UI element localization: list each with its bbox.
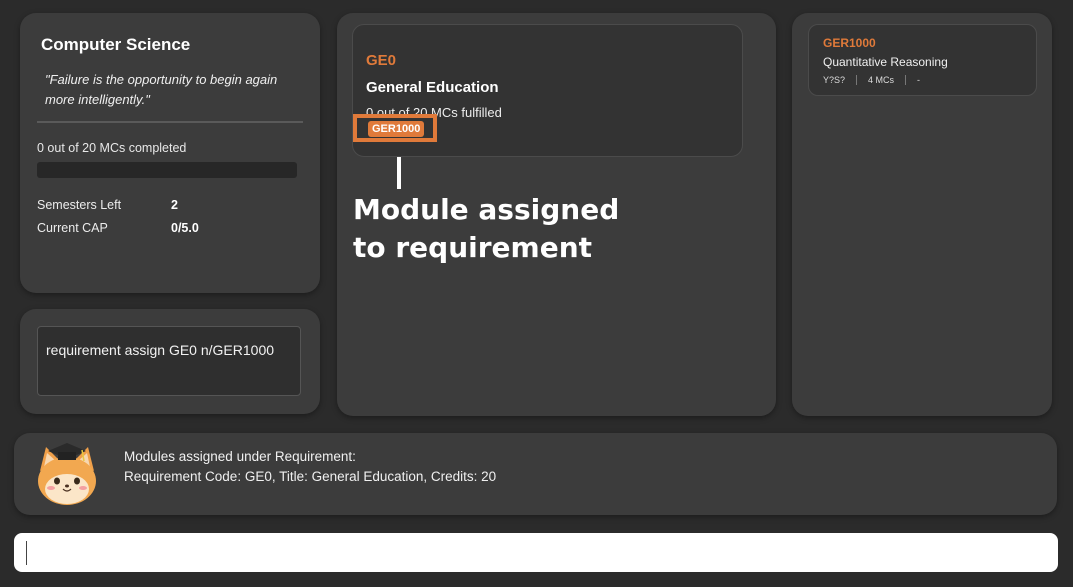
requirement-title: General Education bbox=[366, 79, 499, 96]
requirement-code: GE0 bbox=[366, 52, 397, 69]
callout-connector bbox=[397, 157, 401, 189]
motivational-quote: "Failure is the opportunity to begin aga… bbox=[45, 72, 278, 107]
command-input[interactable] bbox=[14, 533, 1058, 572]
current-cap-label: Current CAP bbox=[37, 221, 108, 235]
command-echo-panel: requirement assign GE0 n/GER1000 bbox=[20, 309, 320, 414]
result-display: Modules assigned under Requirement: Requ… bbox=[14, 433, 1057, 515]
module-grade: - bbox=[905, 75, 931, 85]
result-line-1: Modules assigned under Requirement: bbox=[124, 449, 356, 464]
divider bbox=[37, 121, 303, 123]
module-card[interactable]: GER1000 Quantitative Reasoning Y?S? 4 MC… bbox=[808, 24, 1037, 96]
module-meta: Y?S? 4 MCs - bbox=[823, 75, 931, 85]
callout-line-2: to requirement bbox=[353, 231, 593, 264]
callout-line-1: Module assigned bbox=[353, 193, 620, 226]
semesters-left-value: 2 bbox=[171, 198, 178, 212]
module-semester: Y?S? bbox=[823, 75, 846, 85]
semesters-left-label: Semesters Left bbox=[37, 198, 122, 212]
current-cap-value: 0/5.0 bbox=[171, 221, 199, 235]
graduate-fox-mascot-icon bbox=[38, 443, 96, 505]
mc-progress-text: 0 out of 20 MCs completed bbox=[37, 141, 187, 155]
module-code: GER1000 bbox=[823, 36, 876, 50]
mc-progress-bar bbox=[37, 162, 297, 178]
command-echo-box: requirement assign GE0 n/GER1000 bbox=[37, 326, 301, 396]
result-line-2: Requirement Code: GE0, Title: General Ed… bbox=[124, 469, 497, 484]
callout-annotation: Module assigned to requirement bbox=[353, 191, 653, 267]
module-title: Quantitative Reasoning bbox=[823, 55, 948, 69]
profile-panel: Computer Science "Failure is the opportu… bbox=[20, 13, 320, 293]
module-tag: GER1000 bbox=[368, 121, 425, 137]
course-title: Computer Science bbox=[41, 35, 191, 54]
text-caret bbox=[26, 541, 27, 565]
module-list-panel[interactable]: GER1000 Quantitative Reasoning Y?S? 4 MC… bbox=[792, 13, 1052, 416]
module-credits: 4 MCs bbox=[856, 75, 905, 85]
